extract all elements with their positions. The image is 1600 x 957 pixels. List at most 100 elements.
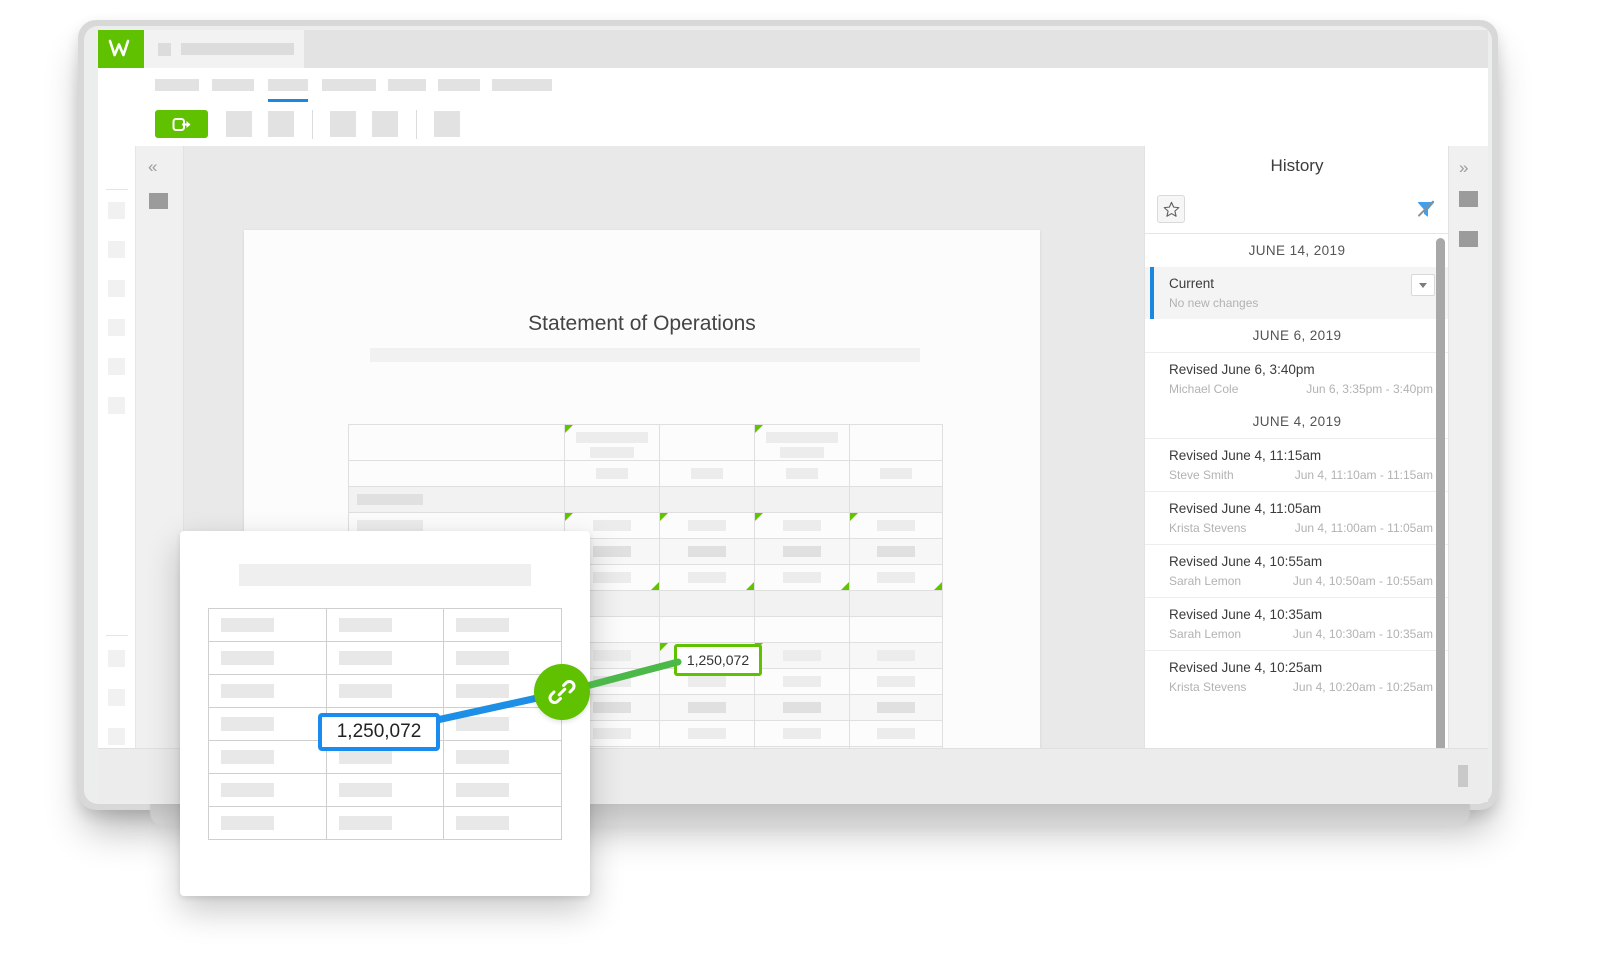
nav-tab-3[interactable]	[322, 79, 376, 91]
spreadsheet-cell[interactable]	[208, 707, 327, 741]
document-table-cell[interactable]	[849, 424, 943, 461]
history-scrollbar[interactable]	[1436, 238, 1445, 798]
document-table-cell[interactable]	[659, 590, 755, 617]
spreadsheet-cell[interactable]	[443, 773, 562, 807]
document-table-cell[interactable]	[849, 694, 943, 721]
spreadsheet-cell[interactable]	[208, 773, 327, 807]
chevron-double-left-icon[interactable]: «	[148, 158, 158, 175]
document-table-cell[interactable]	[849, 538, 943, 565]
spreadsheet-cell[interactable]	[208, 641, 327, 675]
document-table-cell[interactable]	[659, 460, 755, 487]
document-table-cell[interactable]	[348, 486, 565, 513]
document-table-cell[interactable]	[754, 512, 850, 539]
document-table-cell[interactable]	[564, 486, 660, 513]
document-table-cell[interactable]	[659, 720, 755, 747]
spreadsheet-cell[interactable]	[443, 806, 562, 840]
document-table-cell[interactable]	[754, 590, 850, 617]
history-entry-menu-button[interactable]	[1411, 274, 1435, 296]
favorite-star-button[interactable]	[1157, 195, 1185, 223]
document-table-cell[interactable]	[659, 512, 755, 539]
document-table-cell[interactable]	[754, 486, 850, 513]
spreadsheet-cell[interactable]	[208, 806, 327, 840]
chain-link-icon[interactable]	[534, 664, 590, 720]
document-table-cell[interactable]	[849, 720, 943, 747]
left-rail-item-3[interactable]	[108, 319, 125, 336]
nav-tab-1[interactable]	[212, 79, 254, 91]
left-rail-item-0[interactable]	[108, 202, 125, 219]
document-table-cell[interactable]	[659, 424, 755, 461]
left-strip-item[interactable]	[149, 193, 168, 209]
left-rail-item-8[interactable]	[108, 728, 125, 745]
document-table-cell[interactable]	[564, 460, 660, 487]
toolbar-button-4[interactable]	[434, 111, 460, 137]
document-table-cell[interactable]	[659, 538, 755, 565]
nav-tab-6[interactable]	[492, 79, 552, 91]
document-table-cell[interactable]	[849, 668, 943, 695]
spreadsheet-cell[interactable]	[325, 641, 445, 675]
left-rail-item-6[interactable]	[108, 650, 125, 667]
history-entry[interactable]: Revised June 6, 3:40pm Michael Cole Jun 6,…	[1145, 352, 1449, 405]
clear-filter-button[interactable]	[1413, 196, 1439, 222]
toolbar-button-1[interactable]	[268, 111, 294, 137]
history-entry[interactable]: Revised June 4, 11:05am Krista Stevens Jun…	[1145, 491, 1449, 544]
spreadsheet-cell[interactable]	[208, 608, 327, 642]
document-table-cell[interactable]	[849, 590, 943, 617]
spreadsheet-cell[interactable]	[325, 608, 445, 642]
history-entry[interactable]: Revised June 4, 10:25am Krista Stevens Jun…	[1145, 650, 1449, 703]
document-table-cell[interactable]	[659, 616, 755, 643]
document-table-cell[interactable]	[659, 486, 755, 513]
history-entry[interactable]: Revised June 4, 10:35am Sarah Lemon Jun 4,…	[1145, 597, 1449, 650]
document-table-cell[interactable]	[754, 720, 850, 747]
document-table-cell[interactable]	[754, 424, 850, 461]
toolbar-button-0[interactable]	[226, 111, 252, 137]
spreadsheet-cell[interactable]	[443, 608, 562, 642]
spreadsheet-cell[interactable]	[443, 740, 562, 774]
document-linked-cell[interactable]: 1,250,072	[674, 644, 762, 676]
document-table-cell[interactable]	[754, 668, 850, 695]
document-table-cell[interactable]	[659, 694, 755, 721]
document-table-cell[interactable]	[348, 460, 565, 487]
document-table-cell[interactable]	[754, 694, 850, 721]
document-table-cell[interactable]	[564, 424, 660, 461]
history-list[interactable]: JUNE 14, 2019 Current No new changes JUNE 6…	[1145, 234, 1449, 802]
document-table-cell[interactable]	[754, 642, 850, 669]
spreadsheet-cell[interactable]	[325, 806, 445, 840]
document-table-cell[interactable]	[348, 424, 565, 461]
right-panel-strip[interactable]: »	[1448, 146, 1488, 802]
spreadsheet-cell[interactable]	[208, 674, 327, 708]
spreadsheet-linked-cell[interactable]: 1,250,072	[318, 713, 440, 751]
status-bar-handle[interactable]	[1458, 765, 1468, 787]
document-table-cell[interactable]	[849, 460, 943, 487]
chevron-double-right-icon[interactable]: »	[1459, 158, 1469, 178]
toolbar-button-2[interactable]	[330, 111, 356, 137]
left-rail-item-5[interactable]	[108, 397, 125, 414]
left-icon-rail[interactable]	[98, 146, 136, 802]
nav-tab-4[interactable]	[388, 79, 426, 91]
spreadsheet-cell[interactable]	[325, 773, 445, 807]
left-rail-item-4[interactable]	[108, 358, 125, 375]
left-rail-item-7[interactable]	[108, 689, 125, 706]
toolbar-button-3[interactable]	[372, 111, 398, 137]
left-panel-strip[interactable]: «	[136, 146, 184, 802]
spreadsheet-cell[interactable]	[325, 674, 445, 708]
nav-tab-5[interactable]	[438, 79, 480, 91]
document-table-cell[interactable]	[659, 564, 755, 591]
document-table-cell[interactable]	[754, 616, 850, 643]
document-table-cell[interactable]	[849, 564, 943, 591]
document-tab[interactable]	[144, 30, 304, 68]
document-table-cell[interactable]	[754, 564, 850, 591]
document-table-cell[interactable]	[754, 460, 850, 487]
left-rail-item-2[interactable]	[108, 280, 125, 297]
nav-tab-0[interactable]	[155, 79, 199, 91]
right-rail-item-0[interactable]	[1459, 191, 1478, 207]
history-entry[interactable]: Revised June 4, 10:55am Sarah Lemon Jun 4,…	[1145, 544, 1449, 597]
document-table-cell[interactable]	[849, 512, 943, 539]
left-rail-item-1[interactable]	[108, 241, 125, 258]
history-entry[interactable]: Revised June 4, 11:15am Steve Smith Jun 4,…	[1145, 438, 1449, 491]
history-entry-current[interactable]: Current No new changes	[1145, 267, 1449, 319]
link-export-button[interactable]	[155, 110, 208, 138]
document-table-cell[interactable]	[849, 616, 943, 643]
spreadsheet-cell[interactable]	[208, 740, 327, 774]
document-table-cell[interactable]	[849, 642, 943, 669]
right-rail-item-1[interactable]	[1459, 231, 1478, 247]
